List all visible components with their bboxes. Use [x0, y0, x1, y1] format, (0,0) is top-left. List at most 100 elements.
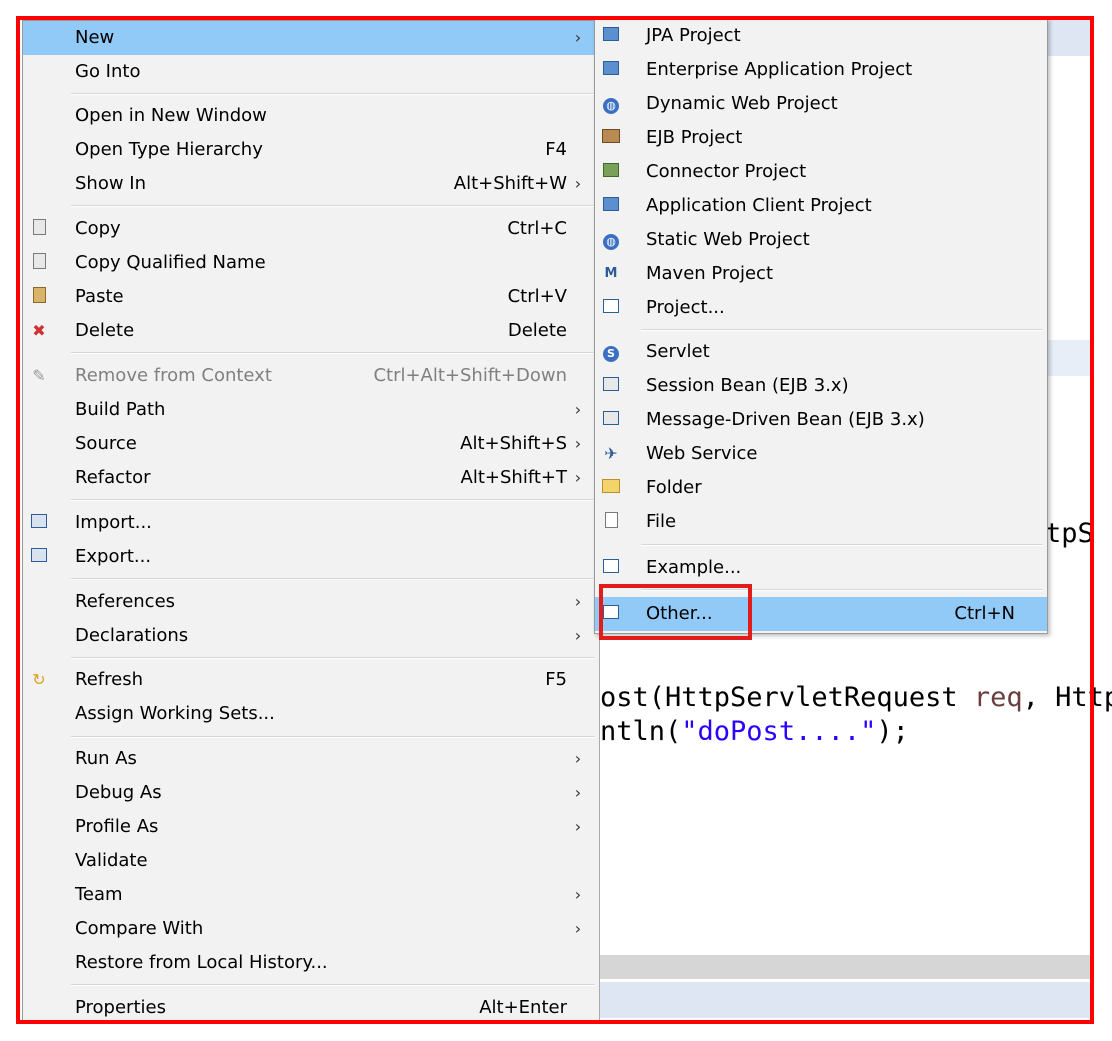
menu-item-refresh[interactable]: ↻ Refresh F5	[23, 663, 599, 697]
submenu-item-file[interactable]: File	[595, 505, 1047, 539]
submenu-item-dynamic-web-project[interactable]: ◍ Dynamic Web Project	[595, 87, 1047, 121]
folder-icon	[601, 478, 621, 498]
menu-item-validate[interactable]: Validate	[23, 844, 599, 878]
menu-item-label: Refactor	[75, 467, 151, 488]
menu-separator	[71, 984, 595, 986]
code-text: );	[876, 716, 909, 747]
menu-item-label: Enterprise Application Project	[646, 59, 913, 80]
submenu-item-static-web-project[interactable]: ◍ Static Web Project	[595, 223, 1047, 257]
menu-item-export[interactable]: Export...	[23, 540, 599, 574]
menu-item-label: Other...	[646, 603, 713, 624]
menu-item-delete[interactable]: ✖ Delete Delete	[23, 314, 599, 348]
servlet-icon: S	[601, 342, 621, 362]
menu-item-label: Paste	[75, 286, 124, 307]
menu-item-restore-from-local-history[interactable]: Restore from Local History...	[23, 946, 599, 980]
menu-item-team[interactable]: Team ›	[23, 878, 599, 912]
menu-item-paste[interactable]: Paste Ctrl+V	[23, 280, 599, 314]
code-line-println: ntln("doPost....");	[600, 716, 909, 747]
submenu-item-message-driven-bean[interactable]: Message-Driven Bean (EJB 3.x)	[595, 403, 1047, 437]
menu-item-open-in-new-window[interactable]: Open in New Window	[23, 99, 599, 133]
submenu-item-jpa-project[interactable]: JPA Project	[595, 19, 1047, 53]
menu-item-copy-qualified-name[interactable]: Copy Qualified Name	[23, 246, 599, 280]
chevron-right-icon: ›	[574, 468, 582, 487]
menu-item-label: Profile As	[75, 816, 159, 837]
menu-item-compare-with[interactable]: Compare With ›	[23, 912, 599, 946]
menu-item-refactor[interactable]: Refactor Alt+Shift+T ›	[23, 461, 599, 495]
ejb-project-icon	[601, 128, 621, 148]
menu-item-label: Remove from Context	[75, 365, 272, 386]
chevron-right-icon: ›	[574, 400, 582, 419]
menu-item-label: New	[75, 27, 115, 48]
editor-horizontal-scrollbar[interactable]	[600, 955, 1090, 979]
menu-item-properties[interactable]: Properties Alt+Enter	[23, 991, 599, 1025]
menu-item-show-in[interactable]: Show In Alt+Shift+W ›	[23, 167, 599, 201]
code-text: ost(HttpServletRequest	[600, 682, 974, 713]
menu-separator	[71, 578, 595, 580]
submenu-item-example[interactable]: Example...	[595, 551, 1047, 585]
new-submenu: JPA Project Enterprise Application Proje…	[594, 18, 1048, 634]
menu-item-new[interactable]: New ›	[23, 21, 599, 55]
editor-current-line	[1045, 340, 1090, 376]
menu-item-label: Maven Project	[646, 263, 774, 284]
menu-item-build-path[interactable]: Build Path ›	[23, 393, 599, 427]
submenu-item-application-client-project[interactable]: Application Client Project	[595, 189, 1047, 223]
menu-item-source[interactable]: Source Alt+Shift+S ›	[23, 427, 599, 461]
menu-separator	[71, 657, 595, 659]
menu-item-label: Web Service	[646, 443, 758, 464]
code-param: req	[973, 682, 1023, 713]
dynamic-web-project-icon: ◍	[601, 94, 621, 114]
menu-item-shortcut: Alt+Shift+T	[460, 467, 567, 488]
menu-item-label: Application Client Project	[646, 195, 872, 216]
menu-item-shortcut: Ctrl+C	[507, 218, 567, 239]
menu-item-references[interactable]: References ›	[23, 585, 599, 619]
menu-item-label: Declarations	[75, 625, 189, 646]
menu-item-shortcut: F5	[545, 669, 567, 690]
menu-item-assign-working-sets[interactable]: Assign Working Sets...	[23, 697, 599, 731]
menu-item-label: Copy	[75, 218, 121, 239]
submenu-item-maven-project[interactable]: M Maven Project	[595, 257, 1047, 291]
jpa-project-icon	[601, 26, 621, 46]
menu-item-go-into[interactable]: Go Into	[23, 55, 599, 89]
submenu-item-other[interactable]: Other... Ctrl+N	[595, 597, 1047, 631]
submenu-item-servlet[interactable]: S Servlet	[595, 335, 1047, 369]
menu-item-run-as[interactable]: Run As ›	[23, 742, 599, 776]
enterprise-project-icon	[601, 60, 621, 80]
chevron-right-icon: ›	[574, 749, 582, 768]
refresh-icon: ↻	[32, 670, 46, 689]
submenu-item-project[interactable]: Project...	[595, 291, 1047, 325]
submenu-item-folder[interactable]: Folder	[595, 471, 1047, 505]
code-string: "doPost...."	[681, 716, 877, 747]
submenu-item-ejb-project[interactable]: EJB Project	[595, 121, 1047, 155]
submenu-item-session-bean[interactable]: Session Bean (EJB 3.x)	[595, 369, 1047, 403]
menu-item-debug-as[interactable]: Debug As ›	[23, 776, 599, 810]
menu-item-declarations[interactable]: Declarations ›	[23, 619, 599, 653]
menu-item-label: References	[75, 591, 176, 612]
menu-item-shortcut: Ctrl+N	[954, 603, 1015, 624]
menu-item-label: Export...	[75, 546, 152, 567]
submenu-item-connector-project[interactable]: Connector Project	[595, 155, 1047, 189]
import-icon	[29, 513, 49, 533]
chevron-right-icon: ›	[574, 783, 582, 802]
menu-item-label: Team	[75, 884, 123, 905]
menu-item-label: Servlet	[646, 341, 710, 362]
menu-item-label: Refresh	[75, 669, 143, 690]
submenu-item-web-service[interactable]: ✈ Web Service	[595, 437, 1047, 471]
menu-item-shortcut: Alt+Enter	[479, 997, 567, 1018]
export-icon	[29, 547, 49, 567]
menu-item-label: JPA Project	[646, 25, 741, 46]
code-fragment: tpS	[1045, 518, 1094, 549]
submenu-item-enterprise-application-project[interactable]: Enterprise Application Project	[595, 53, 1047, 87]
menu-item-copy[interactable]: Copy Ctrl+C	[23, 212, 599, 246]
menu-item-shortcut: Delete	[507, 320, 567, 341]
menu-item-label: Source	[75, 433, 137, 454]
menu-item-open-type-hierarchy[interactable]: Open Type Hierarchy F4	[23, 133, 599, 167]
session-bean-icon	[601, 376, 621, 396]
menu-item-remove-from-context[interactable]: ✎ Remove from Context Ctrl+Alt+Shift+Dow…	[23, 359, 599, 393]
delete-icon: ✖	[32, 321, 46, 340]
menu-item-label: Import...	[75, 512, 152, 533]
menu-item-label: Properties	[75, 997, 166, 1018]
menu-item-profile-as[interactable]: Profile As ›	[23, 810, 599, 844]
menu-item-shortcut: Alt+Shift+S	[460, 433, 567, 454]
menu-item-import[interactable]: Import...	[23, 506, 599, 540]
menu-item-label: Validate	[75, 850, 148, 871]
